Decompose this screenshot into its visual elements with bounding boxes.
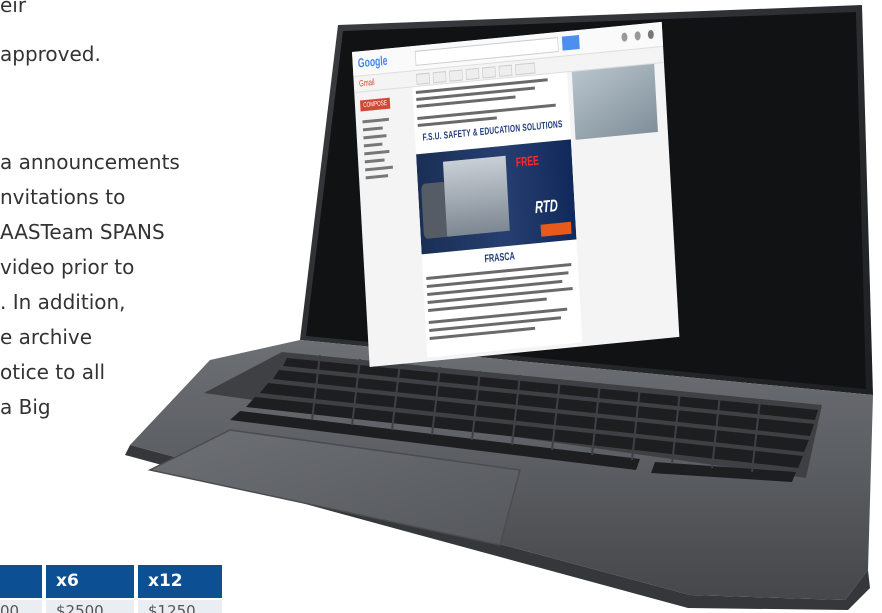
- toolbar-button: [515, 62, 536, 76]
- toolbar-button: [465, 67, 480, 81]
- banner-brand: RTD: [534, 195, 559, 218]
- sidebar-photo: [571, 63, 658, 140]
- nav-item: [362, 126, 383, 132]
- nav-item: [365, 174, 389, 180]
- laptop-screen: Google Gmail COMPOSE F.S.U. SAFETY & EDU…: [352, 21, 680, 367]
- compose-button: COMPOSE: [360, 97, 391, 112]
- toolbar-button: [432, 71, 447, 84]
- toolbar-button: [482, 66, 496, 79]
- toolbar-button: [449, 69, 463, 82]
- nav-item: [365, 165, 393, 172]
- banner-headline: FREE: [515, 152, 540, 170]
- nav-item: [363, 142, 383, 148]
- avatar: [647, 29, 655, 40]
- toolbar-button: [498, 64, 513, 77]
- search-button: [561, 34, 580, 51]
- promo-banner: FREE RTD: [416, 139, 577, 255]
- apps-icon: [621, 32, 628, 42]
- email-message: F.S.U. SAFETY & EDUCATION SOLUTIONS FREE…: [412, 72, 583, 358]
- google-logo: Google: [357, 52, 388, 71]
- nav-item: [364, 158, 385, 164]
- nav-item: [362, 117, 389, 124]
- simulator-image: [442, 155, 510, 237]
- gmail-label: Gmail: [358, 76, 375, 89]
- notifications-icon: [634, 31, 641, 41]
- nav-item: [363, 134, 387, 140]
- banner-button: [540, 221, 572, 237]
- laptop-illustration: Google Gmail COMPOSE F.S.U. SAFETY & EDU…: [0, 0, 882, 613]
- toolbar-button: [416, 72, 430, 85]
- nav-item: [364, 149, 390, 156]
